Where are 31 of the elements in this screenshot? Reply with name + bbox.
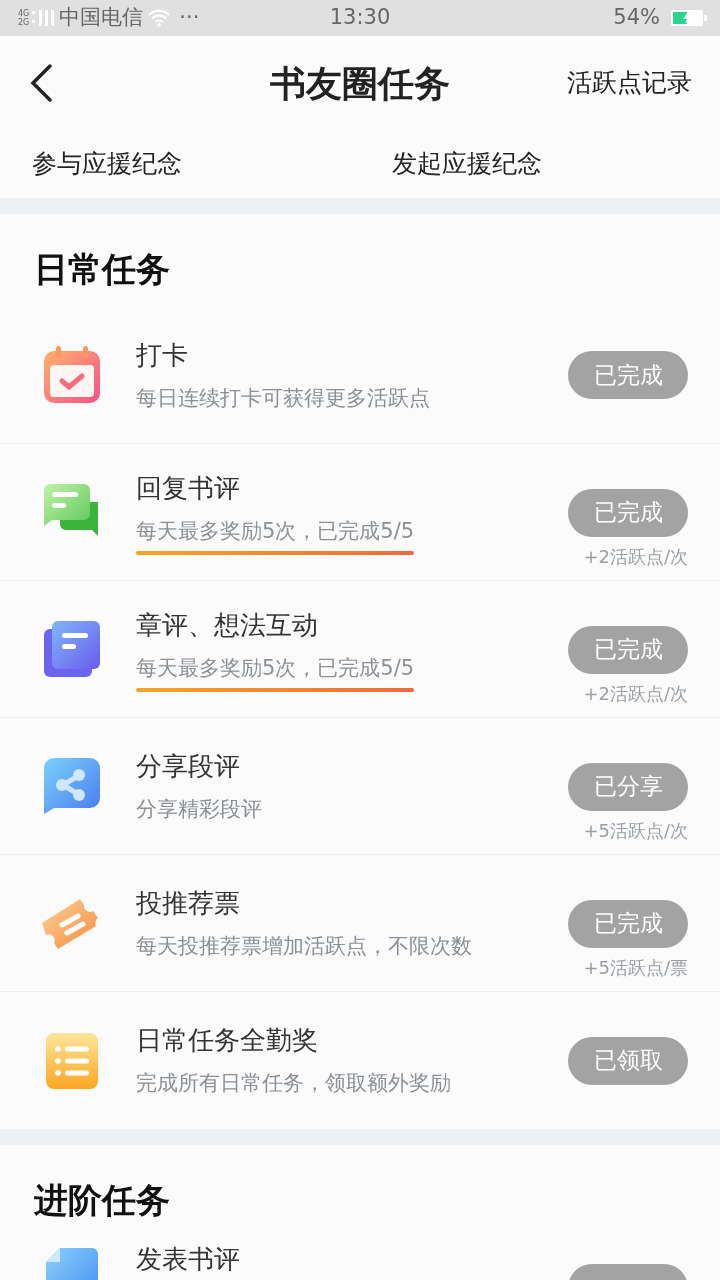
carrier-name: 中国电信 (59, 4, 144, 32)
support-link[interactable]: 参与应援纪念 (32, 145, 392, 183)
task-title: 回复书评 (136, 472, 241, 506)
task-title: 日常任务全勤奖 (136, 1024, 319, 1058)
back-icon[interactable] (28, 63, 54, 103)
network-label: 4G 2G (18, 9, 30, 27)
task-description: 分享精彩段评 (136, 795, 262, 823)
page-title: 书友圈任务 (270, 61, 450, 106)
status-time: 13:30 (328, 4, 392, 32)
battery-percent: 54% (613, 4, 660, 32)
reward-label: +2活跃点/次 (583, 544, 688, 569)
task-title: 发表书评 (136, 1244, 241, 1276)
signal-icon (31, 9, 56, 27)
task-title: 章评、想法互动 (136, 609, 319, 643)
more-indicator: ··· (179, 4, 200, 32)
section-title: 进阶任务 (32, 1179, 171, 1222)
task-description: 每天投推荐票增加活跃点，不限次数 (136, 932, 472, 960)
task-description: 每日连续打卡可获得更多活跃点 (136, 384, 430, 412)
reward-label: +5活跃点/票 (583, 955, 688, 980)
task-description: 每天最多奖励5次，已完成5/5 (136, 518, 415, 546)
support-link[interactable]: 发起应援纪念 (392, 145, 542, 183)
section-title: 日常任务 (33, 248, 171, 291)
task-description: 完成所有日常任务，领取额外奖励 (136, 1070, 451, 1098)
activity-record-link[interactable]: 活跃点记录 (567, 64, 692, 102)
wifi-icon (147, 8, 172, 28)
task-description: 每天最多奖励5次，已完成5/5 (136, 655, 415, 683)
task-title: 投推荐票 (136, 886, 241, 920)
task-title: 分享段评 (136, 749, 241, 783)
reward-label: +5活跃点/次 (583, 818, 688, 843)
task-title: 打卡 (136, 338, 189, 372)
reward-label: +2活跃点/次 (583, 681, 688, 706)
